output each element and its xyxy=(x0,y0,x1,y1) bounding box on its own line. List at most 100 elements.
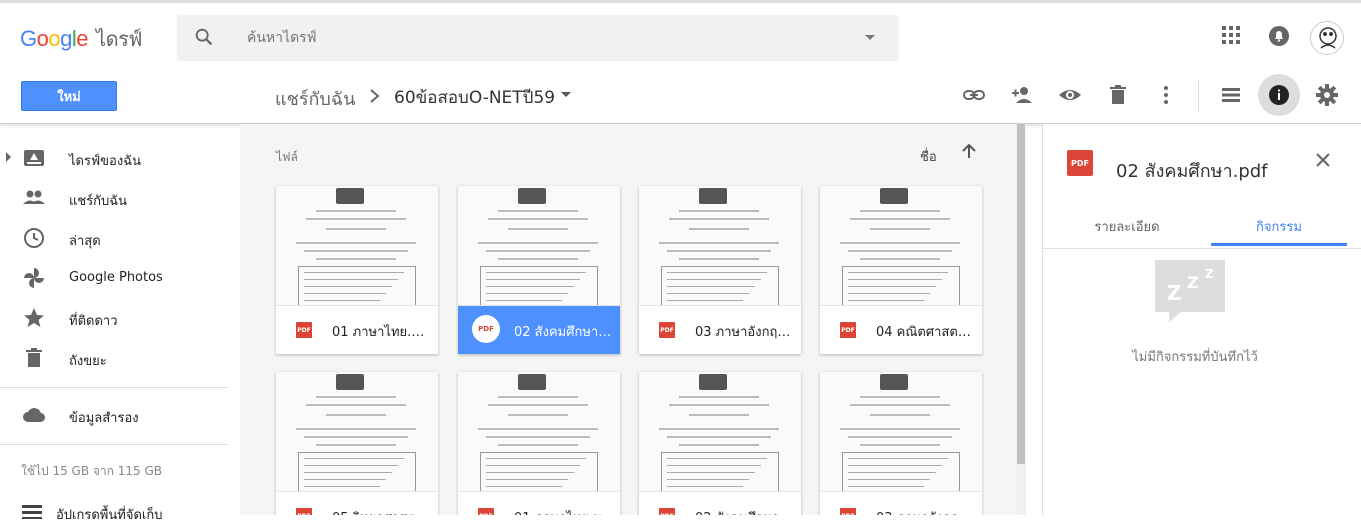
file-card-footer[interactable]: PDF 01 ภาษาไทย.pdf xyxy=(276,306,438,354)
document-logo xyxy=(880,188,908,204)
file-thumbnail[interactable] xyxy=(820,186,982,306)
file-card[interactable]: PDF 04 คณิตศาสตร์.pdf xyxy=(820,186,982,354)
file-card[interactable]: PDF 05 วิทยาศาสตร์.pdf xyxy=(276,372,438,515)
document-text-line xyxy=(870,414,930,416)
document-text-line xyxy=(486,465,580,466)
document-text-line xyxy=(488,218,588,220)
document-text-line xyxy=(486,272,586,273)
scrollbar-thumb[interactable] xyxy=(1017,124,1025,464)
sort-direction-arrow-icon[interactable] xyxy=(960,142,978,164)
file-thumbnail[interactable] xyxy=(276,372,438,492)
sidebar-item-label: ไดรฟ์ของฉัน xyxy=(69,154,141,169)
close-icon[interactable] xyxy=(1313,150,1333,174)
svg-text:Z: Z xyxy=(1167,281,1182,305)
action-bar: ใหม่ แชร์กับฉัน 60ข้อสอบO-NETปี59 xyxy=(0,70,1361,124)
breadcrumb-root[interactable]: แชร์กับฉัน xyxy=(275,84,355,113)
file-card-footer[interactable]: PDF 03 ภาษาอังกฤษ ม. xyxy=(820,492,982,515)
file-card-footer[interactable]: PDF 05 วิทยาศาสตร์.pdf xyxy=(276,492,438,515)
apps-grid-icon[interactable] xyxy=(1221,25,1245,49)
sort-by-name-button[interactable]: ชื่อ xyxy=(920,146,937,167)
file-thumbnail[interactable] xyxy=(458,186,620,306)
file-thumbnail[interactable] xyxy=(639,186,801,306)
sidebar-item-recent[interactable]: ล่าสุด xyxy=(0,218,240,258)
document-text-line xyxy=(486,458,586,459)
file-card-footer[interactable]: PDF 02 สังคมศึกษา ม. xyxy=(639,492,801,515)
share-icon[interactable] xyxy=(1010,83,1034,107)
document-text-line xyxy=(669,218,769,220)
svg-text:Z: Z xyxy=(1187,273,1199,292)
file-card[interactable]: PDF 03 ภาษาอังกฤษ ม. xyxy=(820,372,982,515)
folder-menu-caret-icon[interactable] xyxy=(561,92,571,97)
sidebar-item-google-photos[interactable]: Google Photos xyxy=(0,258,240,298)
document-text-line xyxy=(860,444,940,446)
pdf-file-icon: PDF xyxy=(1067,150,1093,176)
file-card-footer[interactable]: PDF 03 ภาษาอังกฤษ.pdf xyxy=(639,306,801,354)
file-card-footer[interactable]: PDF 04 คณิตศาสตร์.pdf xyxy=(820,306,982,354)
document-text-line xyxy=(488,404,588,406)
file-thumbnail[interactable] xyxy=(639,372,801,492)
scrollbar[interactable] xyxy=(1016,124,1026,515)
file-card[interactable]: PDF 02 สังคมศึกษา ม. xyxy=(639,372,801,515)
sidebar-item-trash[interactable]: ถังขยะ xyxy=(0,338,240,378)
notifications-bell-icon[interactable] xyxy=(1268,25,1292,49)
drive-logo[interactable]: Google ไดรฟ์ xyxy=(20,23,142,55)
document-text-line xyxy=(848,250,952,252)
list-view-icon[interactable] xyxy=(1219,83,1243,107)
document-text-line xyxy=(669,404,769,406)
details-panel: PDF 02 สังคมศึกษา.pdf รายละเอียด กิจกรรม… xyxy=(1042,124,1361,515)
document-text-line xyxy=(667,458,767,459)
sidebar-item-shared-with-me[interactable]: แชร์กับฉัน xyxy=(0,178,240,218)
product-name: ไดรฟ์ xyxy=(96,27,142,51)
document-text-line xyxy=(848,279,942,280)
document-text-line xyxy=(304,293,386,294)
tab-details[interactable]: รายละเอียด xyxy=(1043,204,1211,246)
pdf-file-icon: PDF xyxy=(840,508,856,515)
file-card[interactable]: PDF 02 สังคมศึกษา.pdf xyxy=(458,186,620,354)
expand-arrow-icon[interactable] xyxy=(6,152,11,162)
breadcrumb-current-folder[interactable]: 60ข้อสอบO-NETปี59 xyxy=(394,84,555,111)
tab-activity[interactable]: กิจกรรม xyxy=(1211,204,1347,246)
file-card-footer[interactable]: PDF 02 สังคมศึกษา.pdf xyxy=(458,306,620,354)
document-text-line xyxy=(486,286,574,287)
new-button[interactable]: ใหม่ xyxy=(21,81,117,111)
file-card[interactable]: PDF 01 ภาษาไทย ม. xyxy=(458,372,620,515)
search-input[interactable] xyxy=(247,27,807,49)
file-card[interactable]: PDF 01 ภาษาไทย.pdf xyxy=(276,186,438,354)
sidebar-item-label: ข้อมูลสำรอง xyxy=(69,411,139,426)
sidebar-divider xyxy=(0,387,228,388)
document-text-line xyxy=(848,458,948,459)
document-text-line xyxy=(304,458,404,459)
file-thumbnail[interactable] xyxy=(820,372,982,492)
file-card-footer[interactable]: PDF 01 ภาษาไทย ม. xyxy=(458,492,620,515)
document-text-line xyxy=(486,300,562,301)
shared-people-icon xyxy=(22,186,46,210)
document-text-line xyxy=(498,210,578,212)
more-options-icon[interactable] xyxy=(1154,83,1178,107)
sidebar-item-my-drive[interactable]: ไดรฟ์ของฉัน xyxy=(0,138,240,178)
search-options-icon[interactable] xyxy=(865,35,875,40)
search-bar[interactable] xyxy=(177,15,899,61)
file-name: 01 ภาษาไทย.pdf xyxy=(332,325,432,340)
delete-icon[interactable] xyxy=(1106,83,1130,107)
document-text-line xyxy=(304,472,392,473)
document-text-line xyxy=(304,279,398,280)
file-thumbnail[interactable] xyxy=(458,372,620,492)
preview-icon[interactable] xyxy=(1058,83,1082,107)
file-card[interactable]: PDF 03 ภาษาอังกฤษ.pdf xyxy=(639,186,801,354)
document-text-line xyxy=(667,486,743,487)
document-text-line xyxy=(689,228,749,230)
sidebar-item-backups[interactable]: ข้อมูลสำรอง xyxy=(0,395,240,435)
account-avatar[interactable] xyxy=(1310,21,1344,55)
info-icon[interactable] xyxy=(1267,83,1291,107)
search-icon[interactable] xyxy=(193,26,215,52)
document-text-line xyxy=(840,242,960,244)
sidebar-item-label: ถังขยะ xyxy=(69,354,107,369)
get-link-icon[interactable] xyxy=(962,83,986,107)
document-text-line xyxy=(848,300,924,301)
document-text-line xyxy=(316,210,396,212)
file-thumbnail[interactable] xyxy=(276,186,438,306)
settings-icon[interactable] xyxy=(1315,83,1339,107)
sidebar-item-starred[interactable]: ที่ติดดาว xyxy=(0,298,240,338)
file-name: 03 ภาษาอังกฤษ ม. xyxy=(876,507,976,515)
file-name: 02 สังคมศึกษา.pdf xyxy=(514,325,614,340)
